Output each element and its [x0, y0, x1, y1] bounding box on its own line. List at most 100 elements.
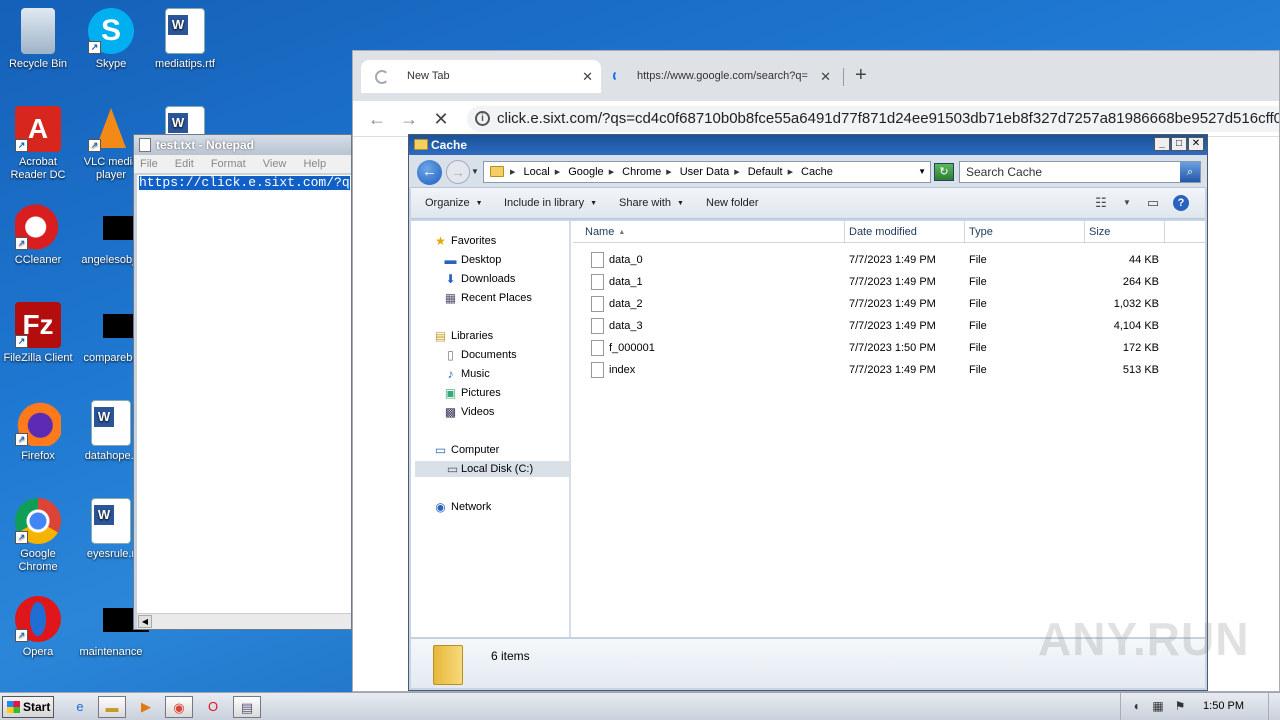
stop-loading-icon[interactable]: ✕	[429, 107, 453, 131]
close-tab-icon[interactable]: ✕	[582, 60, 593, 93]
minimize-button[interactable]: _	[1154, 137, 1170, 151]
notepad-text-area[interactable]: https://click.e.sixt.com/?q	[137, 175, 351, 613]
desktop-icon-recycle-bin[interactable]: Recycle Bin	[0, 8, 76, 71]
tab-google-search[interactable]: https://www.google.com/search?q= ✕	[607, 60, 839, 93]
help-icon[interactable]: ?	[1173, 195, 1189, 211]
back-arrow-icon[interactable]: ←	[365, 107, 389, 131]
address-bar[interactable]: i click.e.sixt.com/?qs=cd4c0f68710b0b8fc…	[467, 106, 1279, 132]
notepad-title: test.txt - Notepad	[156, 138, 255, 152]
shortcut-arrow-icon: ↗	[88, 41, 101, 54]
back-arrow-icon[interactable]: ←	[417, 160, 442, 185]
menu-file[interactable]: File	[140, 158, 158, 170]
notepad-taskbar-icon[interactable]: ▤	[233, 696, 261, 718]
close-button[interactable]: ✕	[1188, 137, 1204, 151]
menu-edit[interactable]: Edit	[175, 158, 194, 170]
explorer-window: Cache _ □ ✕ ← → ▼ ▶ Local ▶ Google ▶ Chrom…	[408, 134, 1208, 691]
column-date-modified[interactable]: Date modified	[845, 221, 965, 243]
network-tray-icon[interactable]: ▦	[1151, 699, 1165, 713]
desktop-icon-firefox[interactable]: ↗ Firefox	[0, 400, 76, 463]
maximize-button[interactable]: □	[1171, 137, 1187, 151]
file-icon	[591, 318, 604, 334]
desktop-icon-chrome[interactable]: ↗ Google Chrome	[0, 498, 76, 574]
file-explorer-icon[interactable]: ▬	[98, 696, 126, 718]
clock[interactable]: 1:50 PM	[1203, 693, 1244, 720]
chevron-down-icon[interactable]: ▼	[1119, 195, 1135, 211]
table-row[interactable]: data_3 7/7/2023 1:49 PM File 4,104 KB	[573, 315, 1205, 337]
nav-computer[interactable]: ▭ Computer	[433, 442, 499, 458]
info-icon[interactable]: i	[475, 111, 490, 126]
menu-view[interactable]: View	[263, 158, 287, 170]
forward-arrow-icon[interactable]: →	[446, 160, 470, 184]
nav-local-disk[interactable]: ▭ Local Disk (C:)	[415, 461, 570, 477]
forward-arrow-icon[interactable]: →	[397, 107, 421, 131]
nav-downloads[interactable]: ⬇ Downloads	[443, 271, 515, 287]
breadcrumb-default[interactable]: Default	[748, 166, 783, 178]
breadcrumb-cache[interactable]: Cache	[801, 166, 833, 178]
chevron-right-icon[interactable]: ▶	[555, 169, 560, 176]
nav-libraries[interactable]: ▤ Libraries	[433, 328, 493, 344]
column-type[interactable]: Type	[965, 221, 1085, 243]
desktop-icon-ccleaner[interactable]: ↗ CCleaner	[0, 204, 76, 267]
desktop-icon-mediatips[interactable]: mediatips.rtf	[147, 8, 223, 71]
nav-recent-places[interactable]: ▦ Recent Places	[443, 290, 532, 306]
preview-pane-icon[interactable]: ▭	[1145, 195, 1161, 211]
chrome-taskbar-icon[interactable]: ◉	[165, 696, 193, 718]
media-player-icon[interactable]: ▶	[132, 696, 160, 718]
breadcrumb-local[interactable]: Local	[523, 166, 549, 178]
nav-pictures[interactable]: ▣ Pictures	[443, 385, 501, 401]
desktop-icon-skype[interactable]: S ↗ Skype	[73, 8, 149, 71]
horizontal-scrollbar[interactable]: ◀	[137, 613, 351, 629]
star-icon: ★	[435, 234, 446, 248]
share-with-button[interactable]: Share with ▼	[619, 188, 684, 219]
chevron-right-icon[interactable]: ▶	[734, 169, 739, 176]
table-row[interactable]: index 7/7/2023 1:49 PM File 513 KB	[573, 359, 1205, 381]
nav-favorites[interactable]: ★ Favorites	[433, 233, 496, 249]
breadcrumb-chrome[interactable]: Chrome	[622, 166, 661, 178]
organize-button[interactable]: Organize ▼	[425, 188, 483, 219]
nav-desktop[interactable]: ▬ Desktop	[443, 252, 502, 268]
nav-music[interactable]: ♪ Music	[443, 366, 490, 382]
start-button[interactable]: Start	[2, 696, 54, 718]
breadcrumb-user-data[interactable]: User Data	[680, 166, 730, 178]
loading-spinner-icon	[375, 70, 389, 84]
volume-icon[interactable]: ◖	[1129, 699, 1143, 713]
nav-network[interactable]: ◉ Network	[433, 499, 491, 515]
table-row[interactable]: f_000001 7/7/2023 1:50 PM File 172 KB	[573, 337, 1205, 359]
column-size[interactable]: Size	[1085, 221, 1165, 243]
table-row[interactable]: data_1 7/7/2023 1:49 PM File 264 KB	[573, 271, 1205, 293]
desktop-icon-filezilla[interactable]: Fz ↗ FileZilla Client	[0, 302, 76, 365]
scroll-left-arrow-icon[interactable]: ◀	[138, 615, 152, 628]
breadcrumb[interactable]: ▶ Local ▶ Google ▶ Chrome ▶ User Data ▶ Defa…	[483, 161, 931, 183]
include-in-library-button[interactable]: Include in library ▼	[504, 188, 597, 219]
search-icon[interactable]: ⌕	[1180, 162, 1200, 182]
show-desktop-button[interactable]	[1268, 693, 1280, 720]
desktop-icon-opera[interactable]: ↗ Opera	[0, 596, 76, 659]
tab-new-tab[interactable]: New Tab ✕	[361, 60, 601, 93]
action-center-flag-icon[interactable]: ⚑	[1173, 699, 1187, 713]
menu-help[interactable]: Help	[303, 158, 326, 170]
new-tab-button[interactable]: +	[855, 63, 867, 87]
column-name[interactable]: Name ▲	[581, 221, 845, 243]
chevron-down-icon[interactable]: ▼	[918, 162, 926, 182]
notepad-title-bar[interactable]: test.txt - Notepad	[134, 135, 351, 155]
table-row[interactable]: data_0 7/7/2023 1:49 PM File 44 KB	[573, 249, 1205, 271]
explorer-title-bar[interactable]: Cache _ □ ✕	[409, 135, 1207, 155]
table-row[interactable]: data_2 7/7/2023 1:49 PM File 1,032 KB	[573, 293, 1205, 315]
breadcrumb-google[interactable]: Google	[568, 166, 603, 178]
recent-locations-icon[interactable]: ▼	[471, 167, 479, 176]
internet-explorer-icon[interactable]: e	[66, 696, 94, 718]
search-input[interactable]: Search Cache ⌕	[959, 161, 1201, 183]
chevron-right-icon[interactable]: ▶	[609, 169, 614, 176]
refresh-icon[interactable]: ↻	[934, 163, 954, 181]
nav-documents[interactable]: ▯ Documents	[443, 347, 516, 363]
desktop-icon-acrobat[interactable]: A ↗ Acrobat Reader DC	[0, 106, 76, 182]
close-tab-icon[interactable]: ✕	[820, 60, 831, 93]
chevron-right-icon[interactable]: ▶	[510, 169, 515, 176]
menu-format[interactable]: Format	[211, 158, 246, 170]
view-options-icon[interactable]: ☷	[1093, 195, 1109, 211]
opera-taskbar-icon[interactable]: O	[199, 696, 227, 718]
chevron-right-icon[interactable]: ▶	[666, 169, 671, 176]
chevron-right-icon[interactable]: ▶	[788, 169, 793, 176]
new-folder-button[interactable]: New folder	[706, 188, 759, 218]
nav-videos[interactable]: ▩ Videos	[443, 404, 495, 420]
